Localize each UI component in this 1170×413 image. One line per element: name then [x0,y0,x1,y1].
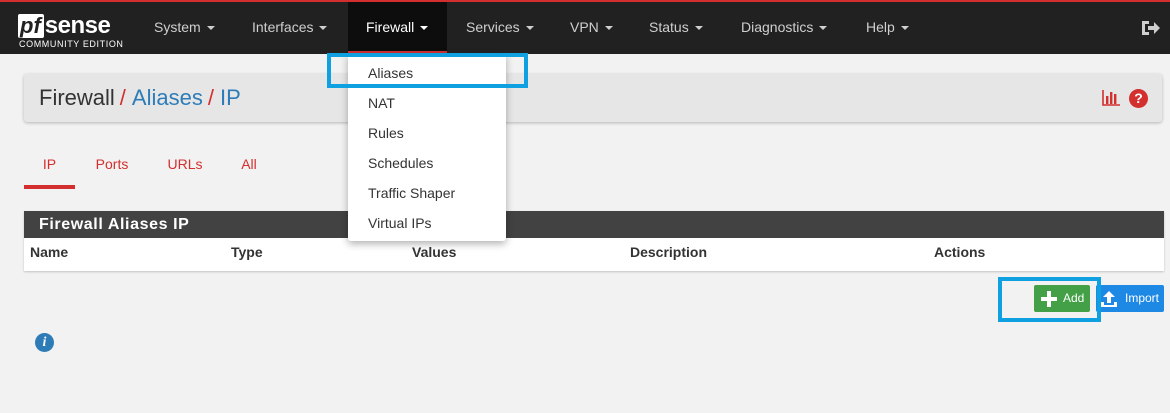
nav-firewall[interactable]: Firewall [348,2,447,54]
nav-services[interactable]: Services [466,2,534,54]
top-navbar: pf sense COMMUNITY EDITION System Interfa… [0,0,1170,54]
info-circle-icon[interactable]: i [35,333,54,352]
logo-sense: sense [44,12,111,39]
breadcrumb-separator: / [119,85,126,110]
nav-interfaces[interactable]: Interfaces [252,2,328,54]
nav-help[interactable]: Help [866,2,909,54]
question-circle-icon[interactable]: ? [1129,89,1148,108]
tab-urls[interactable]: URLs [165,146,205,189]
caret-down-icon [319,26,328,31]
panel-title: Firewall Aliases IP [24,211,1164,238]
nav-help-label: Help [866,19,895,35]
bar-chart-icon[interactable] [1102,90,1120,106]
nav-status[interactable]: Status [649,2,703,54]
tab-all[interactable]: All [237,146,261,189]
firewall-dropdown-menu: Aliases NAT Rules Schedules Traffic Shap… [348,54,506,241]
menu-item-virtual-ips[interactable]: Virtual IPs [368,215,432,231]
logo-pf: pf [18,14,44,38]
column-header-description[interactable]: Description [630,244,707,260]
column-header-values[interactable]: Values [412,244,456,260]
nav-vpn-label: VPN [570,19,599,35]
tab-ip[interactable]: IP [24,146,75,189]
plus-icon [1041,291,1057,307]
add-button-label: Add [1063,291,1085,305]
upload-icon [1101,291,1117,307]
caret-down-icon [525,26,534,31]
nav-services-label: Services [466,19,520,35]
menu-item-nat[interactable]: NAT [368,95,395,111]
caret-down-icon [420,26,429,31]
nav-system[interactable]: System [154,2,215,54]
menu-item-schedules[interactable]: Schedules [368,155,433,171]
logo-edition: COMMUNITY EDITION [19,39,124,49]
caret-down-icon [819,26,828,31]
breadcrumb-ip[interactable]: IP [220,85,241,110]
column-header-actions: Actions [934,244,986,260]
caret-down-icon [900,26,909,31]
breadcrumb-separator: / [207,85,214,110]
import-button[interactable]: Import [1096,285,1164,312]
breadcrumb-firewall: Firewall [39,85,115,110]
column-header-type[interactable]: Type [231,244,263,260]
nav-interfaces-label: Interfaces [252,19,314,35]
add-button[interactable]: Add [1034,285,1090,312]
pfsense-logo[interactable]: pf sense COMMUNITY EDITION [18,10,128,50]
nav-firewall-label: Firewall [366,19,415,35]
breadcrumb-aliases[interactable]: Aliases [132,85,203,110]
nav-vpn[interactable]: VPN [570,2,613,54]
tab-ports[interactable]: Ports [92,146,132,189]
caret-down-icon [604,26,613,31]
nav-diagnostics-label: Diagnostics [741,19,814,35]
nav-status-label: Status [649,19,689,35]
sign-out-icon[interactable] [1140,18,1160,38]
nav-system-label: System [154,19,201,35]
aliases-panel: Firewall Aliases IP Name Type Values Des… [24,211,1164,271]
caret-down-icon [206,26,215,31]
menu-item-traffic-shaper[interactable]: Traffic Shaper [368,185,455,201]
breadcrumb: Firewall / Aliases / IP [39,85,241,111]
menu-item-rules[interactable]: Rules [368,125,404,141]
import-button-label: Import [1125,291,1160,305]
logo-wordmark: pf sense [18,10,111,39]
column-header-name[interactable]: Name [30,244,68,260]
page-header: Firewall / Aliases / IP ? [24,74,1162,122]
nav-diagnostics[interactable]: Diagnostics [741,2,828,54]
caret-down-icon [694,26,703,31]
menu-item-aliases[interactable]: Aliases [368,65,413,81]
